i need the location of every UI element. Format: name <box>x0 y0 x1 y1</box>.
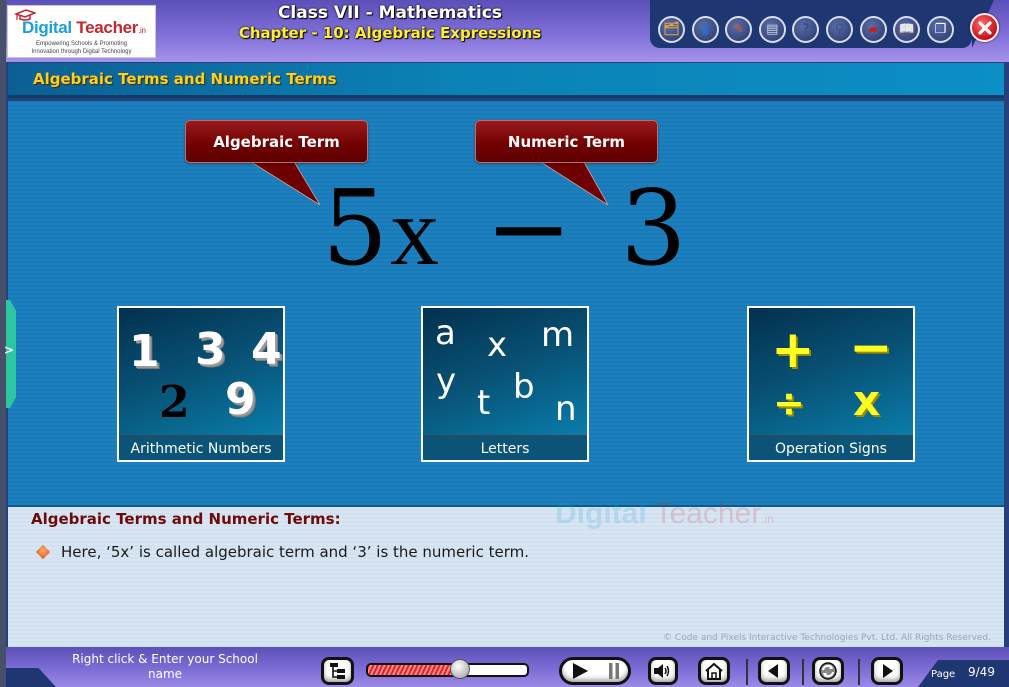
expression-coefficient: 5 <box>322 167 391 289</box>
open-book-icon: 📖 <box>898 22 915 37</box>
home-button[interactable] <box>698 657 730 685</box>
volume-button[interactable] <box>648 657 678 685</box>
notes-bullet-text: Here, ‘5x’ is called algebraic term and … <box>61 543 530 561</box>
logo-brand-suffix: .in <box>138 26 146 35</box>
logo-tagline-1: Empowering Schools & Promoting <box>35 41 128 47</box>
watermark-suffix: .in <box>761 512 774 526</box>
previous-page-button[interactable] <box>758 657 790 685</box>
card-label: Letters <box>423 435 587 460</box>
card-letter: t <box>477 383 491 423</box>
footer-separator <box>802 659 804 685</box>
next-page-button[interactable] <box>871 657 903 685</box>
toolbar-button-folder-clock[interactable]: 🗂 <box>658 16 685 43</box>
notes-icon: ▤ <box>766 22 779 37</box>
footer-separator <box>746 659 748 685</box>
card-letter: m <box>541 315 575 355</box>
toolbar-button-red-book[interactable]: ▰ <box>859 16 887 43</box>
toolbar-button-search-zoom[interactable]: ⚲ <box>826 16 853 43</box>
play-pause-button[interactable] <box>559 657 631 685</box>
card-letter: x <box>487 325 508 365</box>
arrow-left-icon <box>768 664 778 678</box>
expression-operator: − <box>485 167 575 289</box>
card-letter: y <box>436 361 457 401</box>
watermark-part1: Digital <box>555 497 647 530</box>
callout-tail-algebraic <box>239 155 321 206</box>
tree-menu-icon <box>329 663 345 679</box>
menu-tree-button[interactable] <box>321 657 354 685</box>
expression-variable: x <box>390 178 442 286</box>
algebraic-expression: 5x −3 <box>322 168 688 292</box>
play-icon <box>573 663 588 679</box>
title-block: Class VII - Mathematics Chapter - 10: Al… <box>190 3 590 43</box>
multiply-sign: x <box>853 376 881 425</box>
watermark-part2: Teacher <box>646 497 762 530</box>
page-label: Page <box>931 669 956 680</box>
arrow-right-icon <box>883 664 893 678</box>
page-number: 9/49 <box>968 665 995 679</box>
section-header: Algebraic Terms and Numeric Terms <box>8 63 1004 98</box>
toolbar-button-open-book[interactable]: 📖 <box>893 16 921 43</box>
card-number: 2 <box>159 377 190 428</box>
card-number: 3 <box>195 324 226 375</box>
chapter-title: Chapter - 10: Algebraic Expressions <box>238 24 542 42</box>
callout-algebraic-term: Algebraic Term <box>185 120 368 163</box>
card-operation-signs[interactable]: + − ÷ x Operation Signs <box>747 306 915 462</box>
toolbar-button-notes[interactable]: ▤ <box>758 16 786 43</box>
help-icon: ? <box>802 22 810 37</box>
logo-brand-part2: Teacher <box>71 18 139 37</box>
section-title: Algebraic Terms and Numeric Terms <box>33 70 337 88</box>
logo-tagline-2: Innovation through Digital Technology <box>31 49 132 55</box>
plus-sign: + <box>771 320 815 380</box>
card-number: 1 <box>129 326 160 377</box>
watermark-logo: Digital Teacher.in <box>555 497 774 531</box>
card-number: 9 <box>225 374 256 425</box>
card-label: Arithmetic Numbers <box>119 435 283 460</box>
digital-teacher-logo: Digital Teacher.in Empowering Schools & … <box>7 5 156 58</box>
search-zoom-icon: ⚲ <box>834 22 845 37</box>
folder-clock-icon: 🗂 <box>663 22 680 37</box>
chevron-right-icon[interactable]: > <box>4 343 14 357</box>
logo-brand-part1: Digital <box>22 18 72 37</box>
progress-fill <box>368 665 461 675</box>
speaker-icon <box>654 664 670 678</box>
card-letters[interactable]: a x m y t b n Letters <box>421 306 589 462</box>
notes-heading: Algebraic Terms and Numeric Terms: <box>31 510 341 528</box>
callout-numeric-term: Numeric Term <box>475 120 658 163</box>
footer-separator <box>858 659 860 685</box>
expression-constant: 3 <box>620 167 689 289</box>
replay-button[interactable] <box>812 657 844 685</box>
card-letter: b <box>513 367 535 407</box>
card-letter: a <box>435 313 456 353</box>
pause-icon <box>609 663 619 679</box>
course-title: Class VII - Mathematics <box>277 3 503 23</box>
sketch-pad-icon: ✎ <box>733 22 745 37</box>
toolbar-button-window-switch[interactable]: ❐ <box>926 16 954 43</box>
playback-progress-bar[interactable] <box>366 663 529 677</box>
book-icon: ▮ <box>701 22 709 37</box>
red-book-icon: ▰ <box>868 22 879 37</box>
close-icon <box>977 20 992 35</box>
minus-sign: − <box>849 318 893 378</box>
toolbar-button-book[interactable]: ▮ <box>691 16 719 43</box>
card-letter: n <box>555 389 577 429</box>
card-number: 4 <box>251 324 282 375</box>
card-label: Operation Signs <box>749 435 913 460</box>
replay-icon <box>819 662 837 680</box>
divide-sign: ÷ <box>773 381 805 425</box>
close-button[interactable] <box>970 13 999 42</box>
home-icon <box>705 662 723 680</box>
window-switch-icon: ❐ <box>934 22 947 37</box>
school-name-field[interactable]: Right click & Enter your School name <box>60 652 270 682</box>
logo-brand-text: Digital Teacher.in <box>22 18 146 38</box>
copyright-text: © Code and Pixels Interactive Technologi… <box>663 633 991 643</box>
card-arithmetic-numbers[interactable]: 1 3 4 2 9 Arithmetic Numbers <box>117 306 285 462</box>
toolbar-button-sketch-pad[interactable]: ✎ <box>725 16 753 43</box>
